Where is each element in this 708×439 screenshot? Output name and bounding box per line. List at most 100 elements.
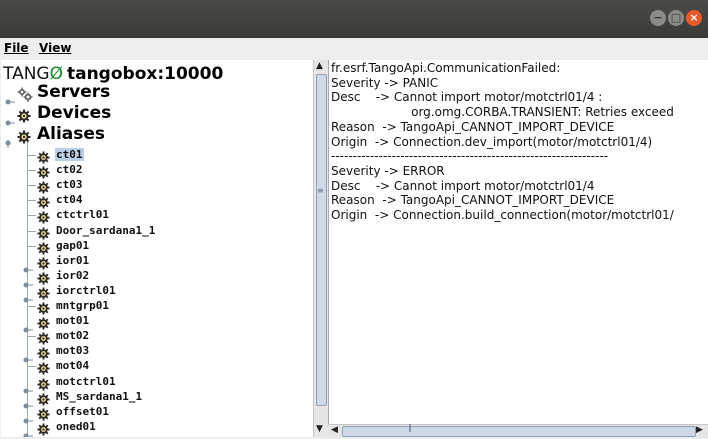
tree-item-label: ct04 (56, 193, 83, 207)
tree-toggle[interactable] (23, 289, 33, 303)
close-button[interactable]: × (686, 10, 702, 26)
device-icon-wrap (37, 376, 50, 391)
tree-toggle[interactable] (23, 380, 33, 393)
scroll-up-arrow-icon[interactable]: ▲ (316, 61, 323, 71)
tree-guide-line (27, 185, 36, 187)
category-icon-wrap (17, 129, 31, 144)
error-line: Severity -> ERROR (331, 163, 445, 178)
tree-toggle[interactable] (23, 349, 33, 363)
tree-item-label: ior01 (56, 253, 90, 267)
tree-collapsed-handle-icon[interactable] (23, 326, 33, 334)
tree-collapsed-handle-icon[interactable] (23, 432, 33, 437)
gear-icon (37, 302, 50, 315)
error-line: Severity -> PANIC (331, 75, 439, 90)
tree-collapsed-handle-icon[interactable] (23, 281, 33, 289)
gear-icon (37, 211, 50, 224)
scrollbar-thumb[interactable] (316, 74, 327, 406)
tree-collapsed-handle-icon[interactable] (5, 119, 15, 127)
device-icon-wrap (37, 179, 50, 194)
minimize-button[interactable]: − (650, 10, 666, 26)
gear-icon (37, 166, 50, 179)
device-icon-wrap (37, 406, 50, 421)
tree-collapsed-handle-icon[interactable] (5, 98, 15, 106)
tree-toggle[interactable] (5, 133, 13, 148)
device-icon-wrap (37, 194, 50, 209)
tree-toggle[interactable] (23, 259, 33, 273)
gear-icon (37, 226, 50, 240)
tree-item-label: ct02 (56, 163, 83, 177)
error-horizontal-scrollbar[interactable]: ◀ ‖ ▶ (328, 423, 708, 438)
device-tree-panel[interactable]: TANGØ tangobox:10000 Servers Devices Aliase… (1, 60, 313, 437)
device-icon-wrap (37, 345, 50, 360)
tree-collapsed-handle-icon[interactable] (23, 266, 33, 274)
tree-vertical-scrollbar[interactable]: ▲ ≡ ▼ (313, 60, 328, 437)
error-text: fr.esrf.TangoApi.CommunicationFailed: Sev… (329, 60, 708, 223)
tree-item-label: mot04 (56, 359, 90, 373)
tree-guide-line (27, 336, 36, 338)
gear-icon (37, 317, 50, 330)
menu-file[interactable]: File (4, 41, 29, 55)
maximize-button[interactable]: □ (668, 10, 684, 26)
tree-item-label: mot02 (56, 329, 90, 343)
tree-expanded-handle-icon[interactable] (5, 140, 15, 148)
scroll-right-arrow-icon[interactable]: ▶ (696, 425, 703, 435)
error-details-panel[interactable]: fr.esrf.TangoApi.CommunicationFailed: Sev… (328, 60, 708, 424)
tree-collapsed-handle-icon[interactable] (23, 356, 33, 364)
device-icon-wrap (37, 391, 50, 406)
tree-guide-line (27, 245, 36, 247)
tree-item-label: ct03 (56, 178, 83, 192)
device-icon-wrap (37, 164, 50, 179)
error-line: Reason -> TangoApi_CANNOT_IMPORT_DEVICE (331, 119, 615, 134)
tree-item-label: mntgrp01 (56, 299, 109, 312)
scroll-left-arrow-icon[interactable]: ◀ (331, 425, 338, 435)
device-icon-wrap (37, 209, 50, 224)
tree-item-label: oned01 (56, 419, 96, 433)
gear-icon (37, 181, 50, 194)
error-line: org.omg.CORBA.TRANSIENT: Retries exceed (331, 105, 674, 120)
tree-guide-line (27, 366, 36, 368)
error-line: Reason -> TangoApi_CANNOT_IMPORT_DEVICE (331, 193, 615, 208)
gear-icon (37, 257, 50, 270)
tree-category-label: Devices (37, 103, 112, 123)
tree-toggle[interactable] (23, 274, 33, 288)
tango-logo: TANGØ (3, 64, 63, 84)
error-line: Origin -> Connection.build_connection(mo… (331, 208, 674, 223)
tree-toggle[interactable] (23, 395, 33, 409)
tree-collapsed-handle-icon[interactable] (23, 417, 33, 425)
tree-item-label: Door_sardana1_1 (56, 223, 156, 237)
device-icon-wrap (37, 225, 50, 240)
tree-toggle[interactable] (23, 410, 33, 424)
gear-icon (37, 242, 50, 255)
tree-guide-line (27, 230, 36, 232)
tree-guide-line (27, 155, 36, 156)
device-icon-wrap (37, 240, 50, 255)
gear-icon (37, 393, 50, 406)
tree-root[interactable]: TANGØ tangobox:10000 (3, 64, 223, 84)
error-line: fr.esrf.TangoApi.CommunicationFailed: (331, 61, 561, 75)
tree-root-label: tangobox:10000 (66, 64, 224, 84)
tree-category-label: Servers (37, 82, 111, 102)
error-line: Desc -> Cannot import motor/motctrl01/4 … (331, 90, 603, 105)
tree-guide-line (27, 215, 36, 217)
scrollbar-thumb[interactable] (342, 426, 696, 437)
device-icon-wrap (37, 255, 50, 270)
tree-collapsed-handle-icon[interactable] (23, 387, 33, 395)
gear-icon (37, 423, 50, 436)
gear-icon (17, 109, 31, 123)
tree-collapsed-handle-icon[interactable] (23, 296, 33, 304)
scroll-down-arrow-icon[interactable]: ▼ (316, 424, 323, 434)
gear-icon (37, 377, 50, 391)
gear-icon (37, 287, 50, 300)
servers-icon (17, 87, 33, 102)
tree-toggle[interactable] (23, 425, 33, 437)
tree-guide-line (27, 306, 36, 307)
menubar: File View (0, 38, 708, 58)
tree-toggle[interactable] (5, 112, 15, 126)
gear-icon (37, 196, 50, 209)
device-icon-wrap (37, 270, 50, 285)
menu-view[interactable]: View (39, 41, 71, 55)
category-icon-wrap (17, 108, 31, 123)
tree-collapsed-handle-icon[interactable] (23, 402, 33, 410)
tree-toggle[interactable] (5, 91, 15, 105)
tree-toggle[interactable] (23, 319, 33, 333)
